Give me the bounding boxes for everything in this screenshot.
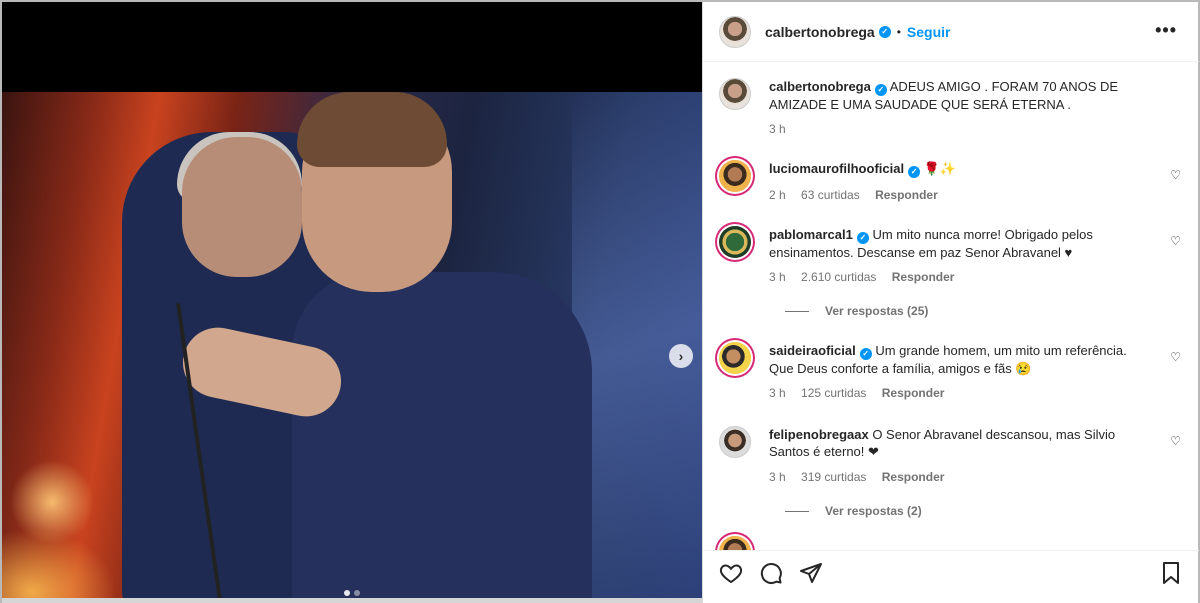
comment-text: 🌹✨ bbox=[923, 161, 957, 176]
heart-icon[interactable]: ♡ bbox=[1170, 350, 1181, 364]
caption-username[interactable]: calbertonobrega bbox=[769, 79, 871, 94]
comment-likes[interactable]: 125 curtidas bbox=[801, 386, 866, 400]
heart-icon[interactable]: ♡ bbox=[1170, 234, 1181, 248]
reply-button[interactable]: Responder bbox=[875, 188, 938, 202]
caption-time: 3 h bbox=[769, 122, 786, 136]
comment-username[interactable]: saideiraoficial bbox=[769, 343, 856, 358]
comment-likes[interactable]: 319 curtidas bbox=[801, 470, 866, 484]
verified-icon: ✓ bbox=[874, 83, 887, 96]
view-replies-label[interactable]: Ver respostas (25) bbox=[825, 304, 928, 318]
author-avatar[interactable] bbox=[719, 78, 751, 110]
comment-likes[interactable]: 63 curtidas bbox=[801, 188, 860, 202]
next-slide-button[interactable]: › bbox=[669, 344, 693, 368]
commenter-avatar[interactable] bbox=[719, 536, 751, 550]
author-avatar[interactable] bbox=[719, 15, 751, 48]
comment-username[interactable]: pablomarcal1 bbox=[769, 227, 853, 242]
carousel-dot bbox=[354, 590, 360, 596]
comment-time: 2 h bbox=[769, 188, 786, 202]
bookmark-icon[interactable] bbox=[1159, 561, 1183, 585]
heart-icon[interactable] bbox=[719, 561, 743, 585]
comment-time: 3 h bbox=[769, 386, 786, 400]
horizontal-scrollbar[interactable] bbox=[2, 598, 702, 603]
comment-icon[interactable] bbox=[759, 561, 783, 585]
post-media[interactable]: › bbox=[2, 2, 702, 603]
action-bar bbox=[703, 550, 1199, 600]
commenter-avatar[interactable] bbox=[719, 426, 751, 458]
comment-username[interactable]: luciomaurofilhooficial bbox=[769, 161, 904, 176]
view-replies-button[interactable]: Ver respostas (2) bbox=[785, 504, 922, 518]
commenter-avatar[interactable] bbox=[719, 342, 751, 374]
comments-list[interactable]: calbertonobrega ✓ ADEUS AMIGO . FORAM 70 … bbox=[703, 62, 1199, 550]
divider-line bbox=[785, 510, 809, 512]
commenter-avatar[interactable] bbox=[719, 226, 751, 258]
follow-button[interactable]: Seguir bbox=[907, 24, 951, 40]
verified-icon: ✓ bbox=[908, 165, 921, 178]
reply-button[interactable]: Responder bbox=[892, 270, 955, 284]
comment-username[interactable]: felipenobregaax bbox=[769, 427, 869, 442]
carousel-indicator bbox=[344, 590, 360, 596]
share-icon[interactable] bbox=[799, 561, 823, 585]
heart-icon[interactable]: ♡ bbox=[1170, 434, 1181, 448]
divider-line bbox=[785, 310, 809, 312]
author-username[interactable]: calbertonobrega bbox=[765, 24, 875, 40]
comment-time: 3 h bbox=[769, 470, 786, 484]
reply-button[interactable]: Responder bbox=[882, 386, 945, 400]
verified-icon: ✓ bbox=[859, 347, 872, 360]
comment-likes[interactable]: 2.610 curtidas bbox=[801, 270, 876, 284]
carousel-dot-active bbox=[344, 590, 350, 596]
comment-time: 3 h bbox=[769, 270, 786, 284]
view-replies-label[interactable]: Ver respostas (2) bbox=[825, 504, 922, 518]
post-header: calbertonobrega ✓ • Seguir ••• bbox=[703, 2, 1199, 62]
verified-icon: ✓ bbox=[878, 25, 891, 38]
chevron-right-icon: › bbox=[678, 348, 684, 364]
commenter-avatar[interactable] bbox=[719, 160, 751, 192]
post-photo bbox=[2, 92, 702, 603]
more-options-icon[interactable]: ••• bbox=[1155, 20, 1177, 41]
separator-dot: • bbox=[896, 24, 901, 39]
verified-icon: ✓ bbox=[856, 231, 869, 244]
post-panel: calbertonobrega ✓ • Seguir ••• calberton… bbox=[702, 2, 1199, 603]
reply-button[interactable]: Responder bbox=[882, 470, 945, 484]
heart-icon[interactable]: ♡ bbox=[1170, 168, 1181, 182]
view-replies-button[interactable]: Ver respostas (25) bbox=[785, 304, 928, 318]
